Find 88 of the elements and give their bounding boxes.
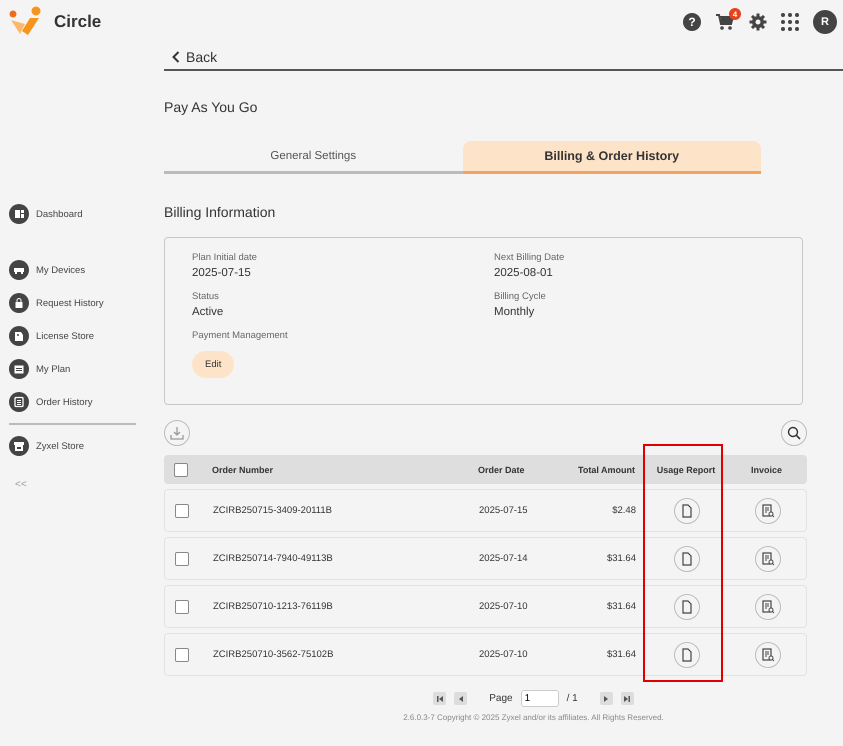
page-label: Page [489, 693, 513, 704]
sidebar-item-icon [9, 293, 29, 313]
settings-icon[interactable] [749, 13, 767, 31]
sidebar-item[interactable]: My Plan [9, 359, 136, 379]
last-page-button[interactable] [620, 692, 634, 705]
order-date: 2025-07-15 [479, 505, 528, 516]
download-icon [170, 426, 184, 440]
column-header: Order Date [478, 464, 525, 474]
row-checkbox[interactable] [175, 648, 189, 662]
page-total: / 1 [566, 693, 578, 704]
invoice-search-icon [760, 600, 774, 614]
invoice-button[interactable] [754, 546, 780, 572]
invoice-search-icon [760, 504, 774, 518]
page-title: Pay As You Go [164, 99, 258, 115]
field-value: Monthly [494, 306, 536, 318]
usage-report-button[interactable] [674, 642, 700, 668]
download-button[interactable] [164, 420, 190, 446]
row-checkbox[interactable] [175, 600, 189, 614]
document-icon [681, 504, 693, 518]
document-icon [681, 600, 693, 614]
invoice-button[interactable] [754, 498, 780, 524]
usage-report-button[interactable] [674, 594, 700, 620]
total-amount: $2.48 [612, 505, 636, 516]
field-label: Payment Management [192, 330, 289, 341]
chevron-left-icon [172, 51, 180, 63]
usage-report-button[interactable] [674, 546, 700, 572]
sidebar-item[interactable]: Zyxel Store [9, 436, 136, 456]
order-number: ZCIRB250714-7940-49113B [213, 553, 333, 564]
field-label: Plan Initial date [192, 252, 258, 263]
total-amount: $31.64 [606, 601, 636, 612]
next-page-button[interactable] [600, 692, 613, 705]
field-label: Billing Cycle [494, 291, 547, 302]
sidebar-item-icon [9, 204, 29, 224]
user-avatar[interactable]: R [813, 10, 837, 34]
invoice-button[interactable] [754, 594, 780, 620]
order-number: ZCIRB250715-3409-20111B [213, 505, 332, 516]
page-input[interactable]: 1 [520, 690, 559, 707]
search-icon [787, 426, 801, 440]
column-header: Total Amount [578, 464, 635, 474]
back-button[interactable]: Back [164, 44, 843, 71]
field-value: 2025-08-01 [494, 267, 554, 279]
help-button[interactable]: ? [683, 13, 701, 31]
usage-report-button[interactable] [674, 498, 700, 524]
order-number: ZCIRB250710-1213-76119B [213, 601, 333, 612]
column-header: Invoice [750, 464, 782, 474]
field-value: Active [192, 306, 224, 318]
select-all-checkbox[interactable] [174, 462, 188, 476]
skip-first-icon [434, 694, 445, 704]
sidebar-item-icon [9, 359, 29, 379]
sidebar-item[interactable]: License Store [9, 326, 136, 346]
apps-grid-icon[interactable] [781, 13, 799, 31]
field-value: 2025-07-15 [192, 267, 252, 279]
sidebar-item-icon [9, 392, 29, 412]
document-icon [681, 552, 693, 566]
total-amount: $31.64 [606, 553, 636, 564]
field-label: Status [192, 291, 220, 302]
field-label: Next Billing Date [494, 252, 566, 263]
total-amount: $31.64 [606, 649, 636, 660]
order-date: 2025-07-14 [479, 553, 528, 564]
row-checkbox[interactable] [175, 504, 189, 518]
sidebar-item-icon [9, 326, 29, 346]
cart-count-badge: 4 [729, 8, 741, 20]
previous-page-button[interactable] [454, 692, 468, 705]
document-icon [681, 648, 693, 662]
column-header: Order Number [212, 464, 274, 474]
order-date: 2025-07-10 [479, 649, 528, 660]
sidebar-item-icon [9, 260, 29, 280]
tab[interactable]: Billing & Order History [462, 141, 761, 174]
skip-last-icon [622, 694, 632, 704]
invoice-search-icon [760, 648, 774, 662]
order-date: 2025-07-10 [479, 601, 528, 612]
sidebar-item-icon [9, 436, 29, 456]
invoice-search-icon [760, 552, 774, 566]
copyright-text: 2.6.0.3-7 Copyright © 2025 Zyxel and/or its affiliates. All Rights Reserved. [402, 713, 665, 722]
invoice-button[interactable] [754, 642, 780, 668]
search-button[interactable] [781, 420, 807, 446]
row-checkbox[interactable] [175, 552, 189, 566]
column-header: Usage Report [656, 464, 716, 474]
sidebar-item[interactable]: Order History [9, 392, 136, 412]
section-title: Billing Information [164, 204, 276, 220]
sidebar-item[interactable]: Dashboard [9, 204, 136, 224]
edit-button[interactable]: Edit [192, 351, 234, 378]
tab[interactable]: General Settings [164, 141, 462, 174]
order-number: ZCIRB250710-3562-75102B [213, 649, 334, 660]
app-name: Circle [54, 12, 102, 32]
first-page-button[interactable] [433, 692, 446, 705]
sidebar-item[interactable]: My Devices [9, 260, 136, 280]
sidebar-item[interactable]: Request History [9, 293, 136, 313]
